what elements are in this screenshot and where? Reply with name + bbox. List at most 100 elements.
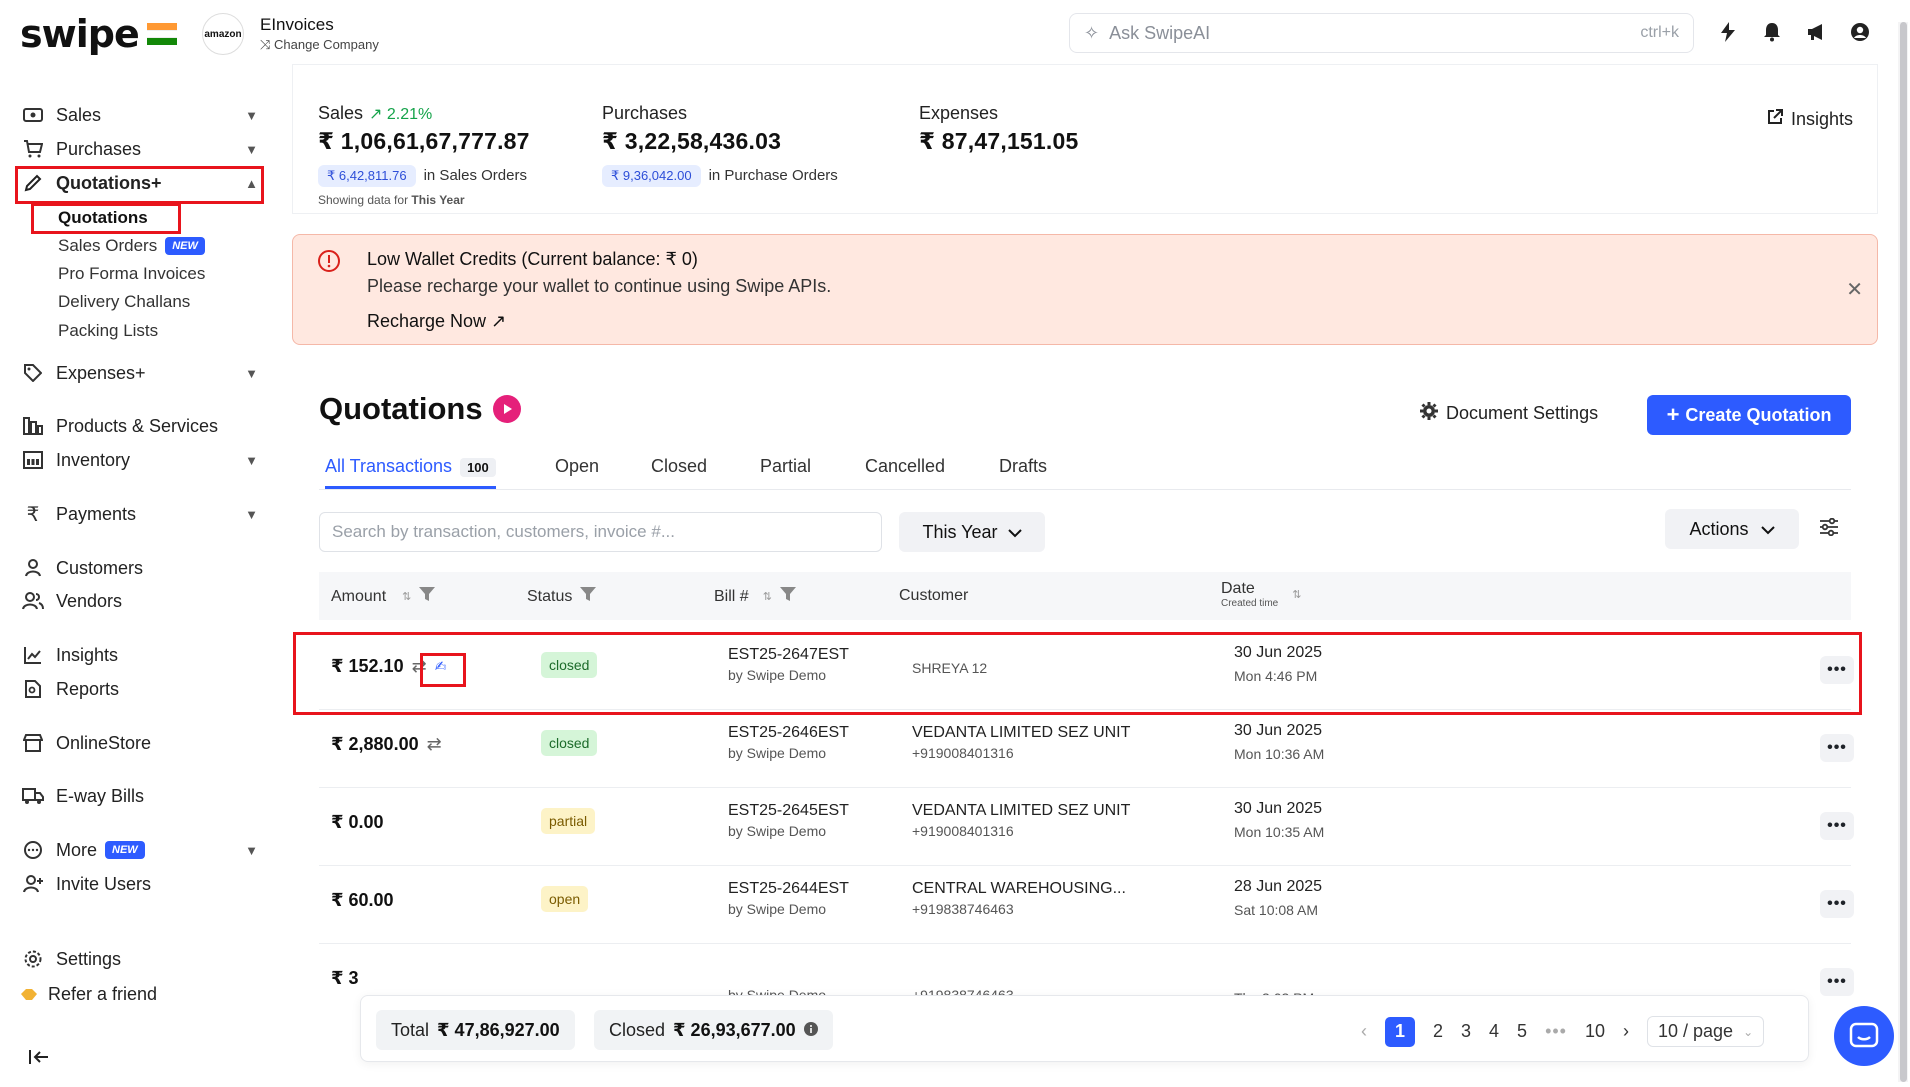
tab-cancelled[interactable]: Cancelled: [865, 456, 945, 477]
bill-number[interactable]: EST25-2645EST: [728, 802, 849, 820]
sidebar-item-invite-users[interactable]: Invite Users: [22, 868, 258, 900]
new-badge: NEW: [165, 237, 205, 255]
row-more-button[interactable]: •••: [1820, 812, 1854, 840]
scrollbar-thumb[interactable]: [1900, 22, 1907, 1082]
next-page-icon[interactable]: ›: [1623, 1021, 1629, 1042]
sidebar-item-products[interactable]: Products & Services: [22, 410, 258, 442]
filter-icon[interactable]: [779, 587, 796, 606]
company-logo: amazon: [202, 13, 244, 55]
brand-name: swipe: [20, 12, 140, 56]
column-settings-icon[interactable]: [1819, 517, 1839, 541]
play-video-icon[interactable]: [492, 395, 521, 423]
sidebar-item-sales[interactable]: Sales ▼: [22, 99, 258, 131]
row-amount: ₹ 0.00: [331, 812, 384, 832]
tab-open[interactable]: Open: [555, 456, 599, 477]
close-icon[interactable]: ✕: [1846, 277, 1863, 302]
sidebar-label-more: More: [56, 839, 98, 860]
filter-icon[interactable]: [580, 587, 597, 606]
page-5[interactable]: 5: [1517, 1021, 1527, 1042]
ellipsis-icon[interactable]: •••: [1545, 1021, 1567, 1042]
page-size-select[interactable]: 10 / page ⌄: [1647, 1016, 1765, 1047]
bell-icon[interactable]: [1760, 20, 1784, 44]
column-status[interactable]: Status: [527, 587, 597, 606]
collapse-sidebar-icon[interactable]: [28, 1049, 50, 1069]
sidebar-item-more[interactable]: More NEW ▼: [22, 834, 258, 866]
page-1[interactable]: 1: [1385, 1016, 1415, 1047]
search-input[interactable]: Search by transaction, customers, invoic…: [319, 512, 882, 552]
table-row[interactable]: ₹ 2,880.00 ⇄ closed EST25-2646EST by Swip…: [319, 710, 1854, 788]
sidebar-item-customers[interactable]: Customers: [22, 552, 258, 584]
period-dropdown[interactable]: This Year: [899, 512, 1045, 552]
column-bill[interactable]: Bill # ⇅: [714, 587, 796, 606]
tab-partial[interactable]: Partial: [760, 456, 811, 477]
sidebar-item-insights[interactable]: Insights: [22, 639, 258, 671]
table-row[interactable]: ₹ 60.00 open EST25-2644EST by Swipe Demo …: [319, 866, 1854, 944]
expenses-stat[interactable]: Expenses ₹ 87,47,151.05: [919, 103, 1079, 155]
insights-link-label: Insights: [1790, 109, 1853, 129]
sidebar-sub-packing-lists[interactable]: Packing Lists: [58, 321, 158, 341]
row-more-button[interactable]: •••: [1820, 968, 1854, 996]
sidebar-item-inventory[interactable]: Inventory ▼: [22, 444, 258, 476]
create-quotation-button[interactable]: + Create Quotation: [1647, 395, 1851, 435]
prev-page-icon[interactable]: ‹: [1361, 1021, 1367, 1042]
tab-drafts[interactable]: Drafts: [999, 456, 1047, 477]
actions-dropdown[interactable]: Actions: [1665, 509, 1799, 549]
company-switcher[interactable]: amazon EInvoices ⤨ Change Company: [202, 13, 379, 55]
column-date[interactable]: Date Created time ⇅: [1221, 580, 1301, 609]
sidebar-sub-delivery-challans[interactable]: Delivery Challans: [58, 292, 190, 312]
account-icon[interactable]: [1848, 20, 1872, 44]
sidebar-item-purchases[interactable]: Purchases ▼: [22, 133, 258, 165]
sort-icon[interactable]: ⇅: [763, 590, 772, 603]
page-4[interactable]: 4: [1489, 1021, 1499, 1042]
actions-label: Actions: [1689, 518, 1749, 539]
swipe-logo[interactable]: swipe: [20, 12, 177, 56]
table-row[interactable]: ₹ 0.00 partial EST25-2645EST by Swipe Dem…: [319, 788, 1854, 866]
sidebar-item-reports[interactable]: Reports: [22, 673, 258, 705]
chevron-down-icon: ⌄: [1743, 1024, 1754, 1039]
customer-name[interactable]: CENTRAL WAREHOUSING...: [912, 880, 1126, 898]
bill-number[interactable]: EST25-2646EST: [728, 724, 849, 742]
sales-stat[interactable]: Sales ↗ 2.21% ₹ 1,06,61,67,777.87 ₹ 6,42,…: [318, 103, 530, 207]
info-icon[interactable]: [803, 1020, 818, 1041]
recharge-now-label: Recharge Now: [367, 311, 487, 331]
alert-message: Please recharge your wallet to continue …: [367, 276, 832, 296]
page-3[interactable]: 3: [1461, 1021, 1471, 1042]
sidebar-sub-sales-orders[interactable]: Sales Orders NEW: [58, 236, 205, 256]
chevron-down-icon: ▼: [245, 141, 258, 157]
insights-link[interactable]: Insights: [1767, 109, 1853, 130]
sidebar-item-expenses-plus[interactable]: Expenses+ ▼: [22, 357, 258, 389]
bill-number[interactable]: EST25-2644EST: [728, 880, 849, 898]
lightning-icon[interactable]: [1716, 20, 1740, 44]
tab-closed[interactable]: Closed: [651, 456, 707, 477]
products-icon: [22, 417, 44, 435]
sales-label: Sales: [318, 103, 364, 123]
convert-icon[interactable]: ⇄: [427, 734, 442, 755]
sidebar-sub-pro-forma[interactable]: Pro Forma Invoices: [58, 264, 205, 284]
sidebar-item-settings[interactable]: Settings: [22, 943, 258, 975]
column-customer[interactable]: Customer: [899, 587, 968, 605]
row-more-button[interactable]: •••: [1820, 734, 1854, 762]
customer-name[interactable]: VEDANTA LIMITED SEZ UNIT: [912, 724, 1130, 742]
ask-swipeai-input[interactable]: ✧ Ask SwipeAI ctrl+k: [1069, 13, 1694, 53]
tab-all-transactions[interactable]: All Transactions 100: [325, 456, 496, 489]
transaction-tabs: All Transactions 100 Open Closed Partial …: [319, 448, 1851, 490]
sidebar-item-refer[interactable]: Refer a friend: [20, 978, 256, 1010]
sort-icon[interactable]: ⇅: [1292, 588, 1301, 601]
sidebar-item-onlinestore[interactable]: OnlineStore: [22, 727, 258, 759]
purchases-stat[interactable]: Purchases ₹ 3,22,58,436.03 ₹ 9,36,042.00…: [602, 103, 838, 187]
change-company-link[interactable]: ⤨ Change Company: [260, 37, 379, 53]
page-2[interactable]: 2: [1433, 1021, 1443, 1042]
row-more-button[interactable]: •••: [1820, 890, 1854, 918]
sidebar-item-vendors[interactable]: Vendors: [22, 585, 258, 617]
chat-support-button[interactable]: [1834, 1006, 1894, 1066]
customer-name[interactable]: VEDANTA LIMITED SEZ UNIT: [912, 802, 1130, 820]
sidebar-item-eway-bills[interactable]: E-way Bills: [22, 780, 258, 812]
column-amount[interactable]: Amount ⇅: [331, 587, 436, 606]
sidebar-item-payments[interactable]: ₹ Payments ▼: [22, 498, 258, 530]
sort-icon[interactable]: ⇅: [402, 590, 411, 603]
recharge-now-link[interactable]: Recharge Now ↗: [367, 311, 506, 332]
megaphone-icon[interactable]: [1804, 20, 1828, 44]
page-10[interactable]: 10: [1585, 1021, 1605, 1042]
document-settings-button[interactable]: Document Settings: [1420, 402, 1598, 425]
filter-icon[interactable]: [419, 587, 436, 606]
